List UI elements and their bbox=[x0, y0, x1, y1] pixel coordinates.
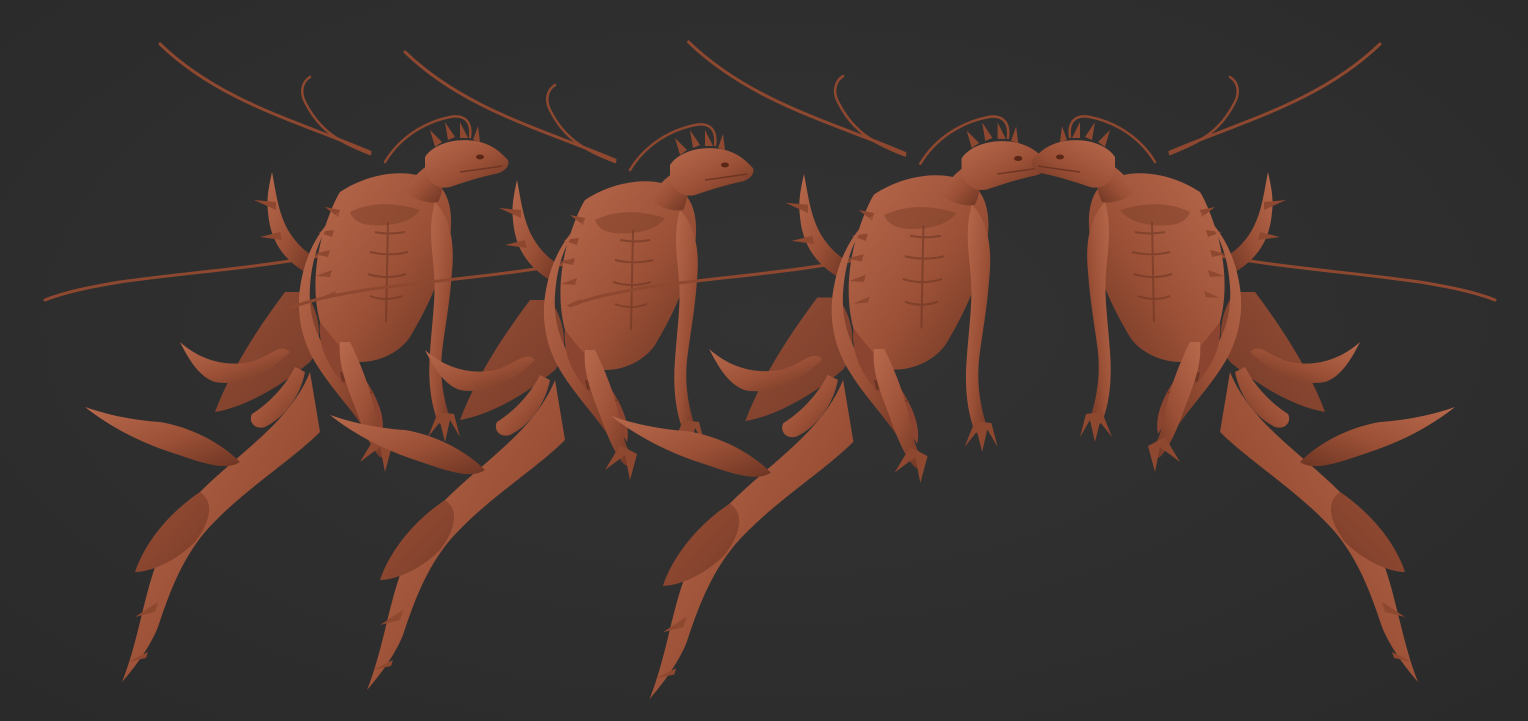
sculpt-render bbox=[43, 40, 1497, 701]
creature-view-4 bbox=[1030, 42, 1497, 684]
viewport-canvas bbox=[0, 0, 1528, 721]
creature-view-3 bbox=[568, 40, 1050, 701]
